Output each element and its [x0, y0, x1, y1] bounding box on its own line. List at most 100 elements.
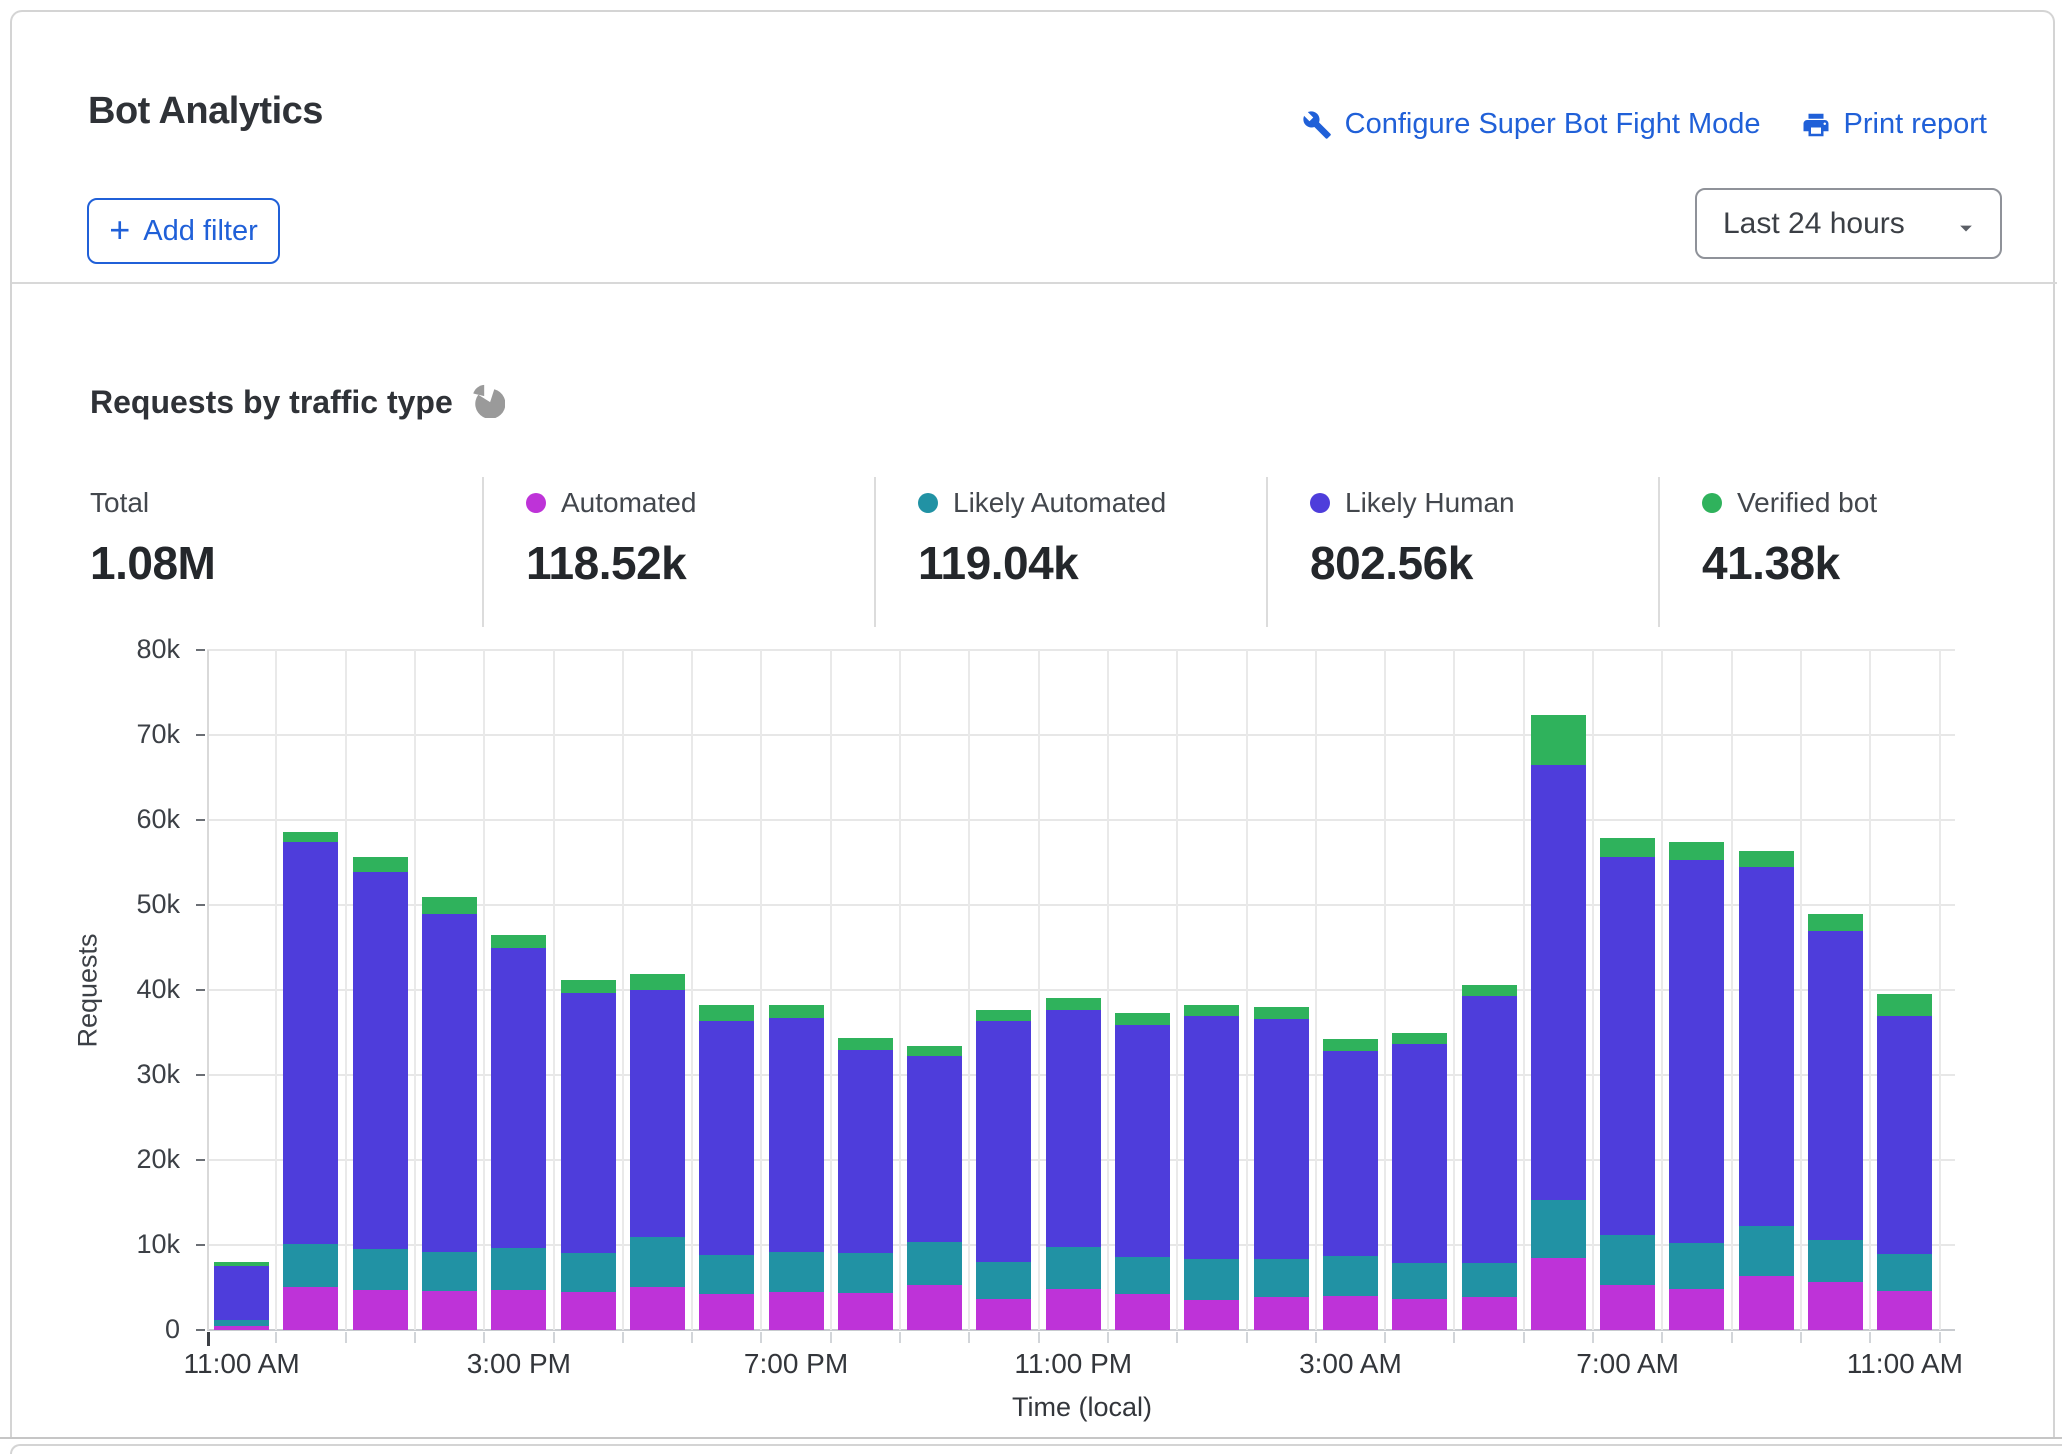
y-tick-label: 50k	[100, 889, 180, 920]
y-tick-label: 0	[100, 1314, 180, 1345]
bar-segment-automated	[1739, 1276, 1794, 1330]
chart-bar[interactable]	[1877, 994, 1932, 1330]
x-tick-label: 7:00 AM	[1518, 1348, 1738, 1380]
section-bottom-divider	[0, 1437, 2062, 1439]
bar-segment-likely-automated	[491, 1248, 546, 1290]
x-grid-line	[553, 650, 555, 1330]
chart-bar[interactable]	[699, 1005, 754, 1330]
bar-segment-verified-bot	[976, 1010, 1031, 1022]
chart-bar[interactable]	[1808, 914, 1863, 1330]
x-axis-origin-tick	[207, 1332, 210, 1346]
x-axis-tick	[1939, 1332, 1941, 1343]
bar-segment-verified-bot	[1392, 1033, 1447, 1044]
bar-segment-likely-human	[1808, 931, 1863, 1240]
bar-segment-likely-automated	[1115, 1257, 1170, 1294]
chart-bar[interactable]	[491, 935, 546, 1330]
bar-segment-automated	[491, 1290, 546, 1330]
bar-segment-likely-human	[630, 990, 685, 1237]
x-axis-tick	[1869, 1332, 1871, 1343]
bar-segment-automated	[1184, 1300, 1239, 1330]
bar-segment-verified-bot	[422, 897, 477, 914]
x-axis-tick	[1523, 1332, 1525, 1343]
x-axis-tick	[899, 1332, 901, 1343]
bar-segment-verified-bot	[769, 1005, 824, 1018]
y-axis-tick	[196, 649, 205, 651]
x-axis-tick	[275, 1332, 277, 1343]
chart-bar[interactable]	[422, 897, 477, 1331]
x-grid-line	[899, 650, 901, 1330]
bar-segment-likely-human	[1739, 867, 1794, 1227]
bar-segment-likely-human	[1669, 860, 1724, 1243]
chart-bar[interactable]	[769, 1005, 824, 1330]
chart-bar[interactable]	[1669, 842, 1724, 1330]
chart-bar[interactable]	[1531, 715, 1586, 1330]
x-axis-tick	[483, 1332, 485, 1343]
chart-bar[interactable]	[561, 980, 616, 1330]
chart-bar[interactable]	[1115, 1013, 1170, 1330]
bar-segment-automated	[1323, 1296, 1378, 1330]
bar-segment-likely-automated	[1323, 1256, 1378, 1296]
chart-bar[interactable]	[1600, 838, 1655, 1330]
chart-bar[interactable]	[630, 974, 685, 1330]
chart-bar[interactable]	[1184, 1005, 1239, 1330]
chart-bar[interactable]	[1462, 985, 1517, 1330]
bar-segment-automated	[561, 1292, 616, 1330]
x-axis-tick	[968, 1332, 970, 1343]
x-grid-line	[483, 650, 485, 1330]
bar-segment-likely-human	[1254, 1019, 1309, 1259]
x-axis-tick	[830, 1332, 832, 1343]
bar-segment-automated	[1600, 1285, 1655, 1330]
x-axis-tick	[553, 1332, 555, 1343]
bar-segment-likely-human	[838, 1050, 893, 1253]
bar-segment-automated	[907, 1285, 962, 1330]
x-tick-label: 11:00 PM	[963, 1348, 1183, 1380]
next-card-stub	[10, 1444, 2062, 1454]
bar-segment-likely-human	[1184, 1016, 1239, 1258]
chart-bar[interactable]	[1739, 851, 1794, 1330]
chart-bar[interactable]	[353, 857, 408, 1330]
bar-segment-automated	[838, 1293, 893, 1330]
x-tick-label: 3:00 AM	[1240, 1348, 1460, 1380]
chart-bar[interactable]	[907, 1046, 962, 1330]
y-axis-tick	[196, 819, 205, 821]
bar-segment-automated	[1808, 1282, 1863, 1330]
x-axis-tick	[1315, 1332, 1317, 1343]
x-grid-line	[275, 650, 277, 1330]
y-axis-title: Requests	[73, 911, 104, 1071]
x-axis-tick	[1592, 1332, 1594, 1343]
chart-bar[interactable]	[1046, 998, 1101, 1330]
y-axis-tick	[196, 1159, 205, 1161]
x-axis-tick	[1107, 1332, 1109, 1343]
bar-segment-automated	[769, 1292, 824, 1330]
bar-segment-likely-human	[1877, 1016, 1932, 1254]
chart-bar[interactable]	[1392, 1033, 1447, 1330]
bar-segment-likely-automated	[1739, 1226, 1794, 1276]
y-tick-label: 10k	[100, 1229, 180, 1260]
bar-segment-verified-bot	[1877, 994, 1932, 1016]
x-axis-title: Time (local)	[962, 1392, 1202, 1423]
chart-bar[interactable]	[976, 1010, 1031, 1330]
x-axis-tick	[760, 1332, 762, 1343]
bar-segment-likely-human	[561, 993, 616, 1254]
chart-bar[interactable]	[838, 1038, 893, 1330]
bar-segment-likely-automated	[1462, 1263, 1517, 1297]
y-axis-line	[207, 650, 209, 1330]
bar-segment-automated	[699, 1294, 754, 1330]
bar-segment-likely-human	[907, 1056, 962, 1241]
x-tick-label: 11:00 AM	[132, 1348, 352, 1380]
bar-segment-likely-automated	[699, 1255, 754, 1294]
chart-bar[interactable]	[1323, 1039, 1378, 1330]
x-grid-line	[1869, 650, 1871, 1330]
x-tick-label: 3:00 PM	[409, 1348, 629, 1380]
chart-bar[interactable]	[283, 832, 338, 1330]
y-axis-tick	[196, 1074, 205, 1076]
y-grid-line	[207, 734, 1955, 736]
x-grid-line	[1176, 650, 1178, 1330]
x-grid-line	[968, 650, 970, 1330]
chart-bar[interactable]	[1254, 1007, 1309, 1330]
bar-segment-verified-bot	[491, 935, 546, 948]
bar-segment-likely-human	[769, 1018, 824, 1252]
chart-bar[interactable]	[214, 1262, 269, 1330]
bar-segment-automated	[283, 1287, 338, 1330]
x-axis-tick	[1800, 1332, 1802, 1343]
